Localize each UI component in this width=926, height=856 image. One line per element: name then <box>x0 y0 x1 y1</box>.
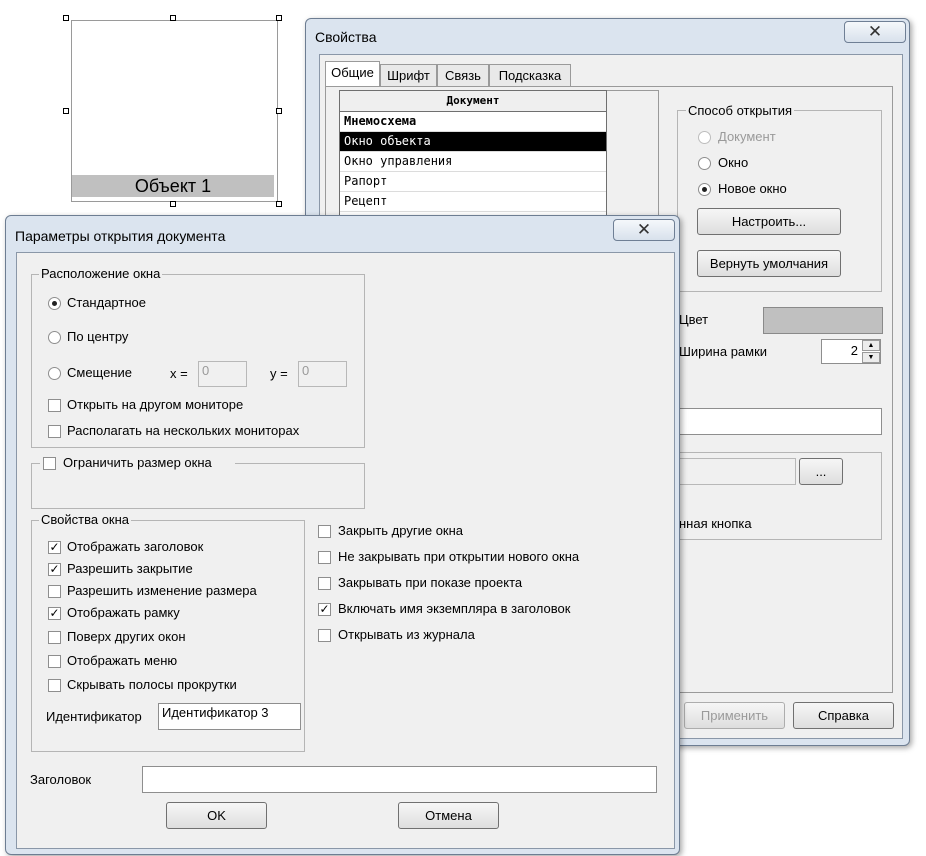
checkbox-keep-open-label: Не закрывать при открытии нового окна <box>338 549 580 564</box>
resize-handle-ne[interactable] <box>276 15 282 21</box>
window-location-group-label: Расположение окна <box>39 266 163 281</box>
radio-new-window[interactable] <box>698 183 711 196</box>
checkbox-limit-size-label: Ограничить размер окна <box>63 455 212 470</box>
open-method-group-label: Способ открытия <box>686 103 795 118</box>
radio-center[interactable] <box>48 331 61 344</box>
checkbox-hide-scrollbars[interactable] <box>48 679 61 692</box>
checkbox-other-monitor-label: Открыть на другом мониторе <box>67 397 244 412</box>
cancel-button[interactable]: Отмена <box>398 802 499 829</box>
document-table: Документ Мнемосхема Окно объекта Окно уп… <box>339 90 607 220</box>
hidden-text-field[interactable] <box>677 408 882 435</box>
checkbox-instance-name-label: Включать имя экземпляра в заголовок <box>338 601 571 616</box>
checkbox-allow-close-label: Разрешить закрытие <box>67 561 193 576</box>
table-row[interactable]: Рецепт <box>340 192 606 212</box>
checkbox-close-others[interactable] <box>318 525 331 538</box>
checkbox-keep-open[interactable] <box>318 551 331 564</box>
properties-close-button[interactable]: ✕ <box>844 21 906 43</box>
checkbox-show-frame[interactable]: ✓ <box>48 607 61 620</box>
hidden-path-field[interactable] <box>679 458 796 485</box>
spin-down-icon[interactable]: ▼ <box>862 352 880 363</box>
checkbox-allow-close[interactable]: ✓ <box>48 563 61 576</box>
resize-handle-w[interactable] <box>63 108 69 114</box>
apply-button[interactable]: Применить <box>684 702 785 729</box>
checkbox-show-menu[interactable] <box>48 655 61 668</box>
radio-window-label: Окно <box>718 155 749 170</box>
identifier-label: Идентификатор <box>46 709 142 724</box>
checkbox-multi-monitor[interactable] <box>48 425 61 438</box>
tab-link[interactable]: Связь <box>437 64 489 86</box>
spin-up-icon[interactable]: ▲ <box>862 340 880 351</box>
offset-y-input[interactable]: 0 <box>298 361 347 387</box>
radio-document[interactable] <box>698 131 711 144</box>
ok-button[interactable]: OK <box>166 802 267 829</box>
help-button[interactable]: Справка <box>793 702 894 729</box>
offset-x-input[interactable]: 0 <box>198 361 247 387</box>
configure-button[interactable]: Настроить... <box>697 208 841 235</box>
properties-window-title: Свойства <box>315 29 377 45</box>
window-properties-group-label: Свойства окна <box>39 512 132 527</box>
offset-y-label: y = <box>270 366 288 381</box>
close-icon: ✕ <box>636 220 652 239</box>
checkbox-show-title[interactable]: ✓ <box>48 541 61 554</box>
checkbox-allow-resize[interactable] <box>48 585 61 598</box>
checkbox-limit-size[interactable] <box>43 457 56 470</box>
radio-center-label: По центру <box>67 329 129 344</box>
table-row[interactable]: Мнемосхема <box>340 112 606 132</box>
table-row-selected[interactable]: Окно объекта <box>340 132 606 152</box>
checkbox-allow-resize-label: Разрешить изменение размера <box>67 583 257 598</box>
resize-handle-e[interactable] <box>276 108 282 114</box>
checkbox-show-title-label: Отображать заголовок <box>67 539 204 554</box>
canvas-object-label: Объект 1 <box>72 175 274 197</box>
table-row[interactable]: Рапорт <box>340 172 606 192</box>
checkbox-close-others-label: Закрыть другие окна <box>338 523 464 538</box>
radio-document-label: Документ <box>718 129 776 144</box>
tab-font[interactable]: Шрифт <box>380 64 437 86</box>
open-params-dialog-title: Параметры открытия документа <box>15 228 226 244</box>
checkbox-close-on-project-label: Закрывать при показе проекта <box>338 575 523 590</box>
frame-width-label: Ширина рамки <box>679 344 768 359</box>
resize-handle-s[interactable] <box>170 201 176 207</box>
checkbox-close-on-project[interactable] <box>318 577 331 590</box>
resize-handle-nw[interactable] <box>63 15 69 21</box>
offset-x-label: x = <box>170 366 188 381</box>
checkbox-on-top-label: Поверх других окон <box>67 629 186 644</box>
caption-input[interactable] <box>142 766 657 793</box>
checkbox-show-frame-label: Отображать рамку <box>67 605 180 620</box>
resize-handle-n[interactable] <box>170 15 176 21</box>
tab-hint[interactable]: Подсказка <box>489 64 571 86</box>
radio-standard-label: Стандартное <box>67 295 146 310</box>
color-label: Цвет <box>679 312 709 327</box>
checkbox-open-from-log[interactable] <box>318 629 331 642</box>
checkbox-on-top[interactable] <box>48 631 61 644</box>
checkbox-show-menu-label: Отображать меню <box>67 653 178 668</box>
checkbox-hide-scrollbars-label: Скрывать полосы прокрутки <box>67 677 237 692</box>
radio-new-window-label: Новое окно <box>718 181 787 196</box>
caption-label: Заголовок <box>30 772 92 787</box>
dialog-close-button[interactable]: ✕ <box>613 219 675 241</box>
color-swatch[interactable] <box>763 307 883 334</box>
partial-checkbox-label: нная кнопка <box>679 516 752 531</box>
reset-defaults-button[interactable]: Вернуть умолчания <box>697 250 841 277</box>
checkbox-open-from-log-label: Открывать из журнала <box>338 627 475 642</box>
table-row[interactable]: Окно управления <box>340 152 606 172</box>
identifier-input[interactable]: Идентификатор 3 <box>158 703 301 730</box>
tab-general[interactable]: Общие <box>325 61 380 87</box>
radio-standard[interactable] <box>48 297 61 310</box>
radio-offset-label: Смещение <box>67 365 133 380</box>
checkbox-other-monitor[interactable] <box>48 399 61 412</box>
browse-button[interactable]: ... <box>799 458 843 485</box>
resize-handle-se[interactable] <box>276 201 282 207</box>
radio-offset[interactable] <box>48 367 61 380</box>
document-table-header: Документ <box>340 91 606 112</box>
checkbox-instance-name[interactable]: ✓ <box>318 603 331 616</box>
close-icon: ✕ <box>867 22 883 41</box>
checkbox-multi-monitor-label: Располагать на нескольких мониторах <box>67 423 300 438</box>
radio-window[interactable] <box>698 157 711 170</box>
table-side-panel <box>606 90 659 220</box>
